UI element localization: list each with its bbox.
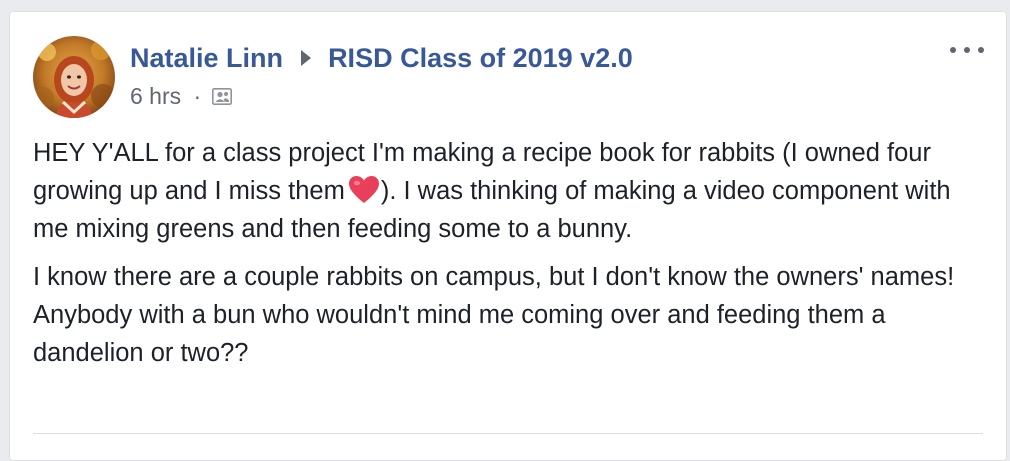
more-options-button[interactable] xyxy=(950,40,984,60)
triangle-right-icon xyxy=(300,49,311,66)
post-meta: 6 hrs · xyxy=(130,82,232,110)
post-paragraph: I know there are a couple rabbits on cam… xyxy=(33,258,993,372)
members-icon[interactable] xyxy=(211,87,232,105)
post-body: HEY Y'ALL for a class project I'm making… xyxy=(33,134,993,382)
post-header: Natalie Linn RISD Class of 2019 v2.0 xyxy=(130,41,633,75)
more-options-icon-dot xyxy=(950,47,956,53)
author-name-link[interactable]: Natalie Linn xyxy=(130,43,283,73)
more-options-icon-dot xyxy=(964,47,970,53)
author-avatar[interactable] xyxy=(33,36,115,118)
avatar-photo xyxy=(33,36,115,118)
post-text: I know there are a couple rabbits on cam… xyxy=(33,263,955,367)
post-paragraph: HEY Y'ALL for a class project I'm making… xyxy=(33,134,993,248)
meta-separator: · xyxy=(193,83,202,109)
heart-emoji-icon xyxy=(348,176,379,203)
more-options-icon-dot xyxy=(978,47,984,53)
group-name-link[interactable]: RISD Class of 2019 v2.0 xyxy=(328,43,633,73)
post-timestamp[interactable]: 6 hrs xyxy=(130,83,181,109)
post-divider xyxy=(33,433,983,434)
post-card: Natalie Linn RISD Class of 2019 v2.0 6 h… xyxy=(9,11,1007,461)
